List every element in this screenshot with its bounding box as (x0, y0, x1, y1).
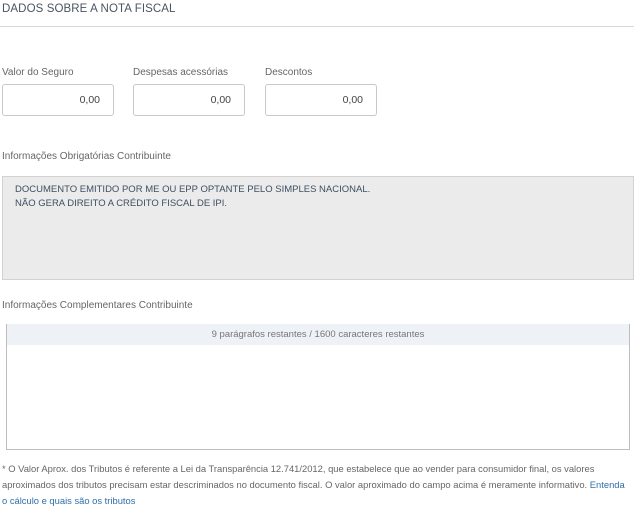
obrigatorias-box: DOCUMENTO EMITIDO POR ME OU EPP OPTANTE … (2, 176, 634, 280)
obrigatorias-label: Informações Obrigatórias Contribuinte (2, 151, 171, 162)
obrigatorias-line: DOCUMENTO EMITIDO POR ME OU EPP OPTANTE … (15, 184, 371, 195)
section-title: DADOS SOBRE A NOTA FISCAL (2, 3, 176, 15)
section-divider (0, 26, 634, 27)
obrigatorias-line: NÃO GERA DIREITO A CRÉDITO FISCAL DE IPI… (15, 198, 228, 209)
seguro-label: Valor do Seguro (2, 67, 74, 78)
complementares-label: Informações Complementares Contribuinte (2, 300, 193, 311)
character-counter: 9 parágrafos restantes / 1600 caracteres… (7, 324, 629, 345)
complementares-textarea[interactable] (7, 345, 629, 449)
nota-fiscal-form: DADOS SOBRE A NOTA FISCAL Valor do Segur… (0, 0, 634, 510)
complementares-box: 9 parágrafos restantes / 1600 caracteres… (6, 324, 630, 450)
tributos-footnote: * O Valor Aprox. dos Tributos é referent… (2, 461, 630, 509)
descontos-input[interactable] (265, 84, 377, 116)
seguro-input[interactable] (2, 84, 114, 116)
footnote-text: * O Valor Aprox. dos Tributos é referent… (2, 463, 595, 490)
despesas-label: Despesas acessórias (133, 67, 229, 78)
despesas-input[interactable] (133, 84, 245, 116)
descontos-label: Descontos (265, 67, 313, 78)
